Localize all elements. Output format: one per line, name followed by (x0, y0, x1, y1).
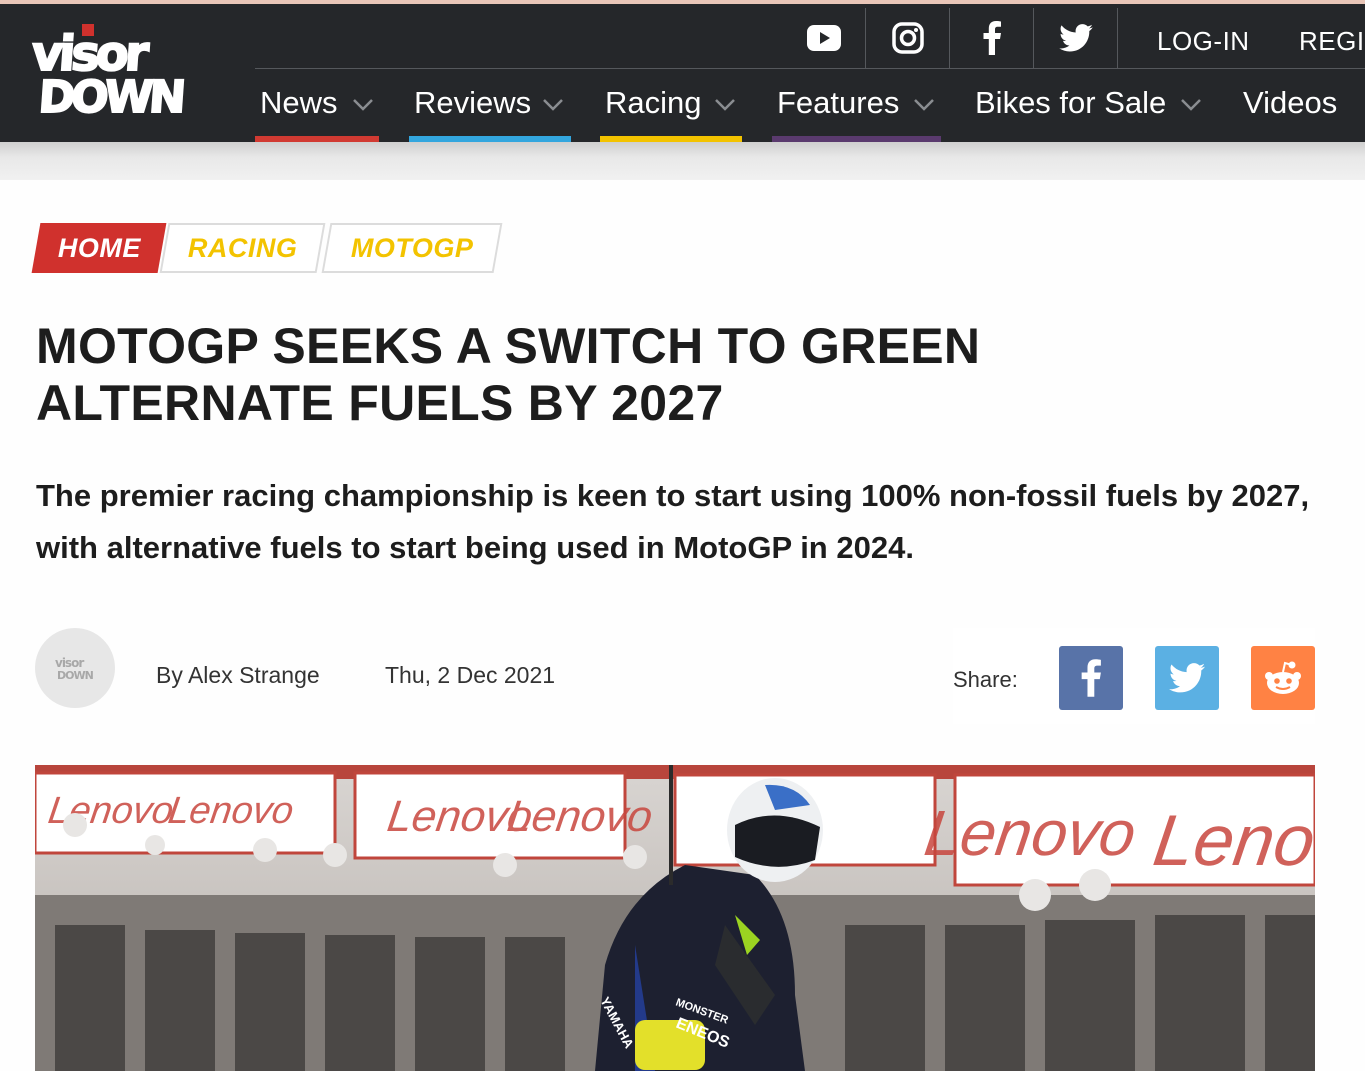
hero-photo: Lenovo Lenovo Lenovo Lenovo Lenovo Lenov… (35, 765, 1315, 1071)
twitter-link[interactable] (1035, 8, 1118, 68)
breadcrumb-home[interactable]: HOME (31, 223, 167, 273)
twitter-icon (1169, 663, 1205, 693)
nav-item-bikes-for-sale[interactable]: Bikes for Sale (970, 66, 1210, 142)
article-title: MOTOGP SEEKS A SWITCH TO GREEN ALTERNATE… (36, 318, 981, 431)
svg-text:Lenovo: Lenovo (166, 789, 297, 832)
reddit-icon (1265, 661, 1301, 694)
youtube-icon (807, 25, 841, 51)
nav-item-label: Racing (605, 85, 702, 120)
svg-text:Lenovo: Lenovo (504, 792, 655, 841)
youtube-link[interactable] (783, 8, 866, 68)
site-header: visor DOWN LOG-IN REGI News Reviews Raci… (0, 4, 1365, 142)
twitter-icon (1059, 24, 1093, 52)
chevron-down-icon (1181, 99, 1201, 111)
main-nav: News Reviews Racing Features Bikes for S… (0, 66, 1365, 142)
share-twitter-button[interactable] (1155, 646, 1219, 710)
instagram-link[interactable] (867, 8, 950, 68)
share-bar: Share: (953, 628, 1315, 724)
article-date: Thu, 2 Dec 2021 (385, 662, 556, 688)
svg-text:visor: visor (55, 656, 84, 670)
chevron-down-icon (715, 99, 735, 111)
nav-item-label: News (260, 85, 338, 120)
header-shadow (0, 142, 1365, 180)
svg-text:Lenovo: Lenovo (920, 797, 1140, 869)
instagram-icon (892, 22, 924, 54)
article-standfirst: The premier racing championship is keen … (36, 478, 1310, 565)
svg-text:Lenovo: Lenovo (1149, 801, 1315, 881)
login-link[interactable]: LOG-IN (1157, 26, 1250, 57)
breadcrumb-motogp[interactable]: MOTOGP (321, 223, 503, 273)
nav-item-news[interactable]: News (255, 66, 379, 142)
nav-item-label: Reviews (414, 85, 532, 120)
svg-text:DOWN: DOWN (57, 669, 94, 681)
chevron-down-icon (543, 99, 563, 111)
facebook-link[interactable] (951, 8, 1034, 68)
chevron-down-icon (914, 99, 934, 111)
share-label: Share: (953, 667, 1018, 692)
nav-item-reviews[interactable]: Reviews (409, 66, 571, 142)
nav-item-racing[interactable]: Racing (600, 66, 742, 142)
nav-item-label: Features (777, 85, 900, 120)
utility-bar: LOG-IN REGIS (255, 8, 1365, 69)
nav-item-features[interactable]: Features (772, 66, 941, 142)
share-facebook-button[interactable] (1059, 646, 1123, 710)
author-avatar[interactable]: visor DOWN (35, 628, 115, 708)
breadcrumb-racing[interactable]: RACING (159, 223, 326, 273)
site-logo-mini: visor DOWN (55, 656, 95, 681)
facebook-icon (1081, 659, 1101, 697)
hero-image[interactable]: Lenovo Lenovo Lenovo Lenovo Lenovo Lenov… (35, 765, 1315, 1071)
nav-item-label: Videos (1243, 85, 1338, 120)
chevron-down-icon (353, 99, 373, 111)
share-reddit-button[interactable] (1251, 646, 1315, 710)
nav-item-videos[interactable]: Videos (1238, 66, 1365, 142)
nav-item-label: Bikes for Sale (975, 85, 1167, 120)
register-link[interactable]: REGIS (1299, 26, 1365, 57)
article-author[interactable]: By Alex Strange (156, 662, 320, 689)
facebook-icon (983, 21, 1001, 55)
article-content: HOME RACING MOTOGP MOTOGP SEEKS A SWITCH… (0, 180, 1365, 1071)
